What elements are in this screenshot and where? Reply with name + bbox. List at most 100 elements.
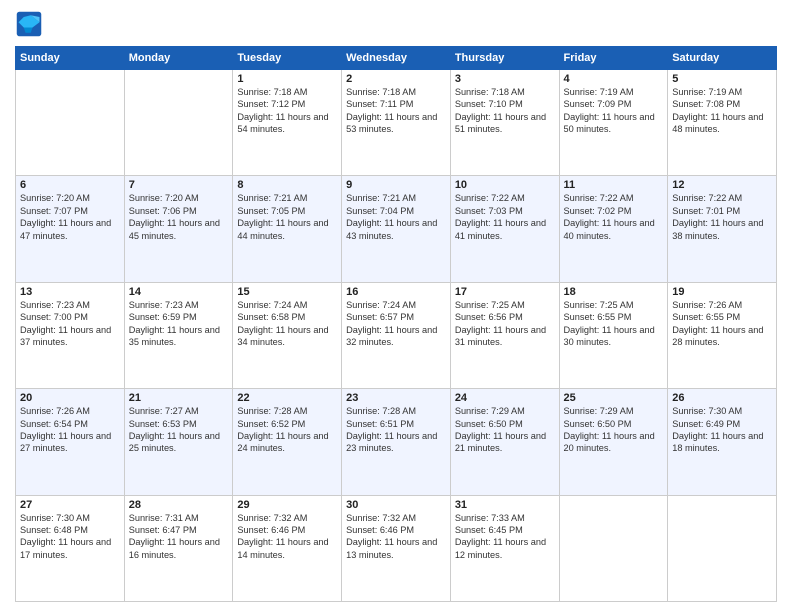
day-number: 20 <box>20 392 120 404</box>
day-number: 24 <box>455 392 555 404</box>
calendar-cell: 25Sunrise: 7:29 AM Sunset: 6:50 PM Dayli… <box>559 389 668 495</box>
day-number: 17 <box>455 286 555 298</box>
week-row-4: 27Sunrise: 7:30 AM Sunset: 6:48 PM Dayli… <box>16 495 777 601</box>
day-number: 16 <box>346 286 446 298</box>
weekday-header-saturday: Saturday <box>668 47 777 70</box>
day-number: 15 <box>237 286 337 298</box>
day-number: 8 <box>237 179 337 191</box>
day-number: 18 <box>564 286 664 298</box>
week-row-3: 20Sunrise: 7:26 AM Sunset: 6:54 PM Dayli… <box>16 389 777 495</box>
calendar-cell: 11Sunrise: 7:22 AM Sunset: 7:02 PM Dayli… <box>559 176 668 282</box>
calendar-cell <box>124 70 233 176</box>
calendar-cell: 20Sunrise: 7:26 AM Sunset: 6:54 PM Dayli… <box>16 389 125 495</box>
day-info: Sunrise: 7:21 AM Sunset: 7:04 PM Dayligh… <box>346 192 446 242</box>
logo-icon <box>15 10 43 38</box>
calendar-cell: 10Sunrise: 7:22 AM Sunset: 7:03 PM Dayli… <box>450 176 559 282</box>
weekday-header-thursday: Thursday <box>450 47 559 70</box>
calendar-cell: 15Sunrise: 7:24 AM Sunset: 6:58 PM Dayli… <box>233 282 342 388</box>
day-info: Sunrise: 7:18 AM Sunset: 7:12 PM Dayligh… <box>237 86 337 136</box>
page: SundayMondayTuesdayWednesdayThursdayFrid… <box>0 0 792 612</box>
calendar-cell: 22Sunrise: 7:28 AM Sunset: 6:52 PM Dayli… <box>233 389 342 495</box>
day-info: Sunrise: 7:20 AM Sunset: 7:06 PM Dayligh… <box>129 192 229 242</box>
calendar-cell: 31Sunrise: 7:33 AM Sunset: 6:45 PM Dayli… <box>450 495 559 601</box>
day-info: Sunrise: 7:24 AM Sunset: 6:57 PM Dayligh… <box>346 299 446 349</box>
day-number: 29 <box>237 499 337 511</box>
calendar-cell: 21Sunrise: 7:27 AM Sunset: 6:53 PM Dayli… <box>124 389 233 495</box>
calendar-cell: 26Sunrise: 7:30 AM Sunset: 6:49 PM Dayli… <box>668 389 777 495</box>
day-number: 28 <box>129 499 229 511</box>
calendar-cell: 8Sunrise: 7:21 AM Sunset: 7:05 PM Daylig… <box>233 176 342 282</box>
calendar-cell <box>668 495 777 601</box>
day-number: 26 <box>672 392 772 404</box>
day-info: Sunrise: 7:30 AM Sunset: 6:48 PM Dayligh… <box>20 512 120 562</box>
calendar-cell: 9Sunrise: 7:21 AM Sunset: 7:04 PM Daylig… <box>342 176 451 282</box>
day-number: 9 <box>346 179 446 191</box>
day-info: Sunrise: 7:25 AM Sunset: 6:55 PM Dayligh… <box>564 299 664 349</box>
day-info: Sunrise: 7:18 AM Sunset: 7:10 PM Dayligh… <box>455 86 555 136</box>
calendar-cell <box>559 495 668 601</box>
calendar-cell: 6Sunrise: 7:20 AM Sunset: 7:07 PM Daylig… <box>16 176 125 282</box>
calendar-cell: 7Sunrise: 7:20 AM Sunset: 7:06 PM Daylig… <box>124 176 233 282</box>
calendar-cell: 24Sunrise: 7:29 AM Sunset: 6:50 PM Dayli… <box>450 389 559 495</box>
day-info: Sunrise: 7:23 AM Sunset: 7:00 PM Dayligh… <box>20 299 120 349</box>
day-info: Sunrise: 7:31 AM Sunset: 6:47 PM Dayligh… <box>129 512 229 562</box>
day-info: Sunrise: 7:28 AM Sunset: 6:51 PM Dayligh… <box>346 405 446 455</box>
day-info: Sunrise: 7:29 AM Sunset: 6:50 PM Dayligh… <box>564 405 664 455</box>
calendar-cell: 28Sunrise: 7:31 AM Sunset: 6:47 PM Dayli… <box>124 495 233 601</box>
day-number: 13 <box>20 286 120 298</box>
day-info: Sunrise: 7:32 AM Sunset: 6:46 PM Dayligh… <box>237 512 337 562</box>
calendar-cell: 1Sunrise: 7:18 AM Sunset: 7:12 PM Daylig… <box>233 70 342 176</box>
weekday-header-wednesday: Wednesday <box>342 47 451 70</box>
calendar-cell <box>16 70 125 176</box>
calendar-cell: 29Sunrise: 7:32 AM Sunset: 6:46 PM Dayli… <box>233 495 342 601</box>
calendar-cell: 5Sunrise: 7:19 AM Sunset: 7:08 PM Daylig… <box>668 70 777 176</box>
weekday-header-row: SundayMondayTuesdayWednesdayThursdayFrid… <box>16 47 777 70</box>
day-number: 14 <box>129 286 229 298</box>
weekday-header-monday: Monday <box>124 47 233 70</box>
day-number: 27 <box>20 499 120 511</box>
header <box>15 10 777 38</box>
day-number: 3 <box>455 73 555 85</box>
day-info: Sunrise: 7:29 AM Sunset: 6:50 PM Dayligh… <box>455 405 555 455</box>
calendar-cell: 4Sunrise: 7:19 AM Sunset: 7:09 PM Daylig… <box>559 70 668 176</box>
calendar-cell: 18Sunrise: 7:25 AM Sunset: 6:55 PM Dayli… <box>559 282 668 388</box>
calendar-cell: 30Sunrise: 7:32 AM Sunset: 6:46 PM Dayli… <box>342 495 451 601</box>
calendar-cell: 2Sunrise: 7:18 AM Sunset: 7:11 PM Daylig… <box>342 70 451 176</box>
day-info: Sunrise: 7:26 AM Sunset: 6:54 PM Dayligh… <box>20 405 120 455</box>
day-number: 11 <box>564 179 664 191</box>
day-number: 4 <box>564 73 664 85</box>
day-info: Sunrise: 7:19 AM Sunset: 7:08 PM Dayligh… <box>672 86 772 136</box>
calendar-cell: 3Sunrise: 7:18 AM Sunset: 7:10 PM Daylig… <box>450 70 559 176</box>
day-number: 23 <box>346 392 446 404</box>
day-info: Sunrise: 7:19 AM Sunset: 7:09 PM Dayligh… <box>564 86 664 136</box>
week-row-2: 13Sunrise: 7:23 AM Sunset: 7:00 PM Dayli… <box>16 282 777 388</box>
day-number: 21 <box>129 392 229 404</box>
day-info: Sunrise: 7:24 AM Sunset: 6:58 PM Dayligh… <box>237 299 337 349</box>
day-info: Sunrise: 7:33 AM Sunset: 6:45 PM Dayligh… <box>455 512 555 562</box>
day-number: 6 <box>20 179 120 191</box>
calendar-cell: 17Sunrise: 7:25 AM Sunset: 6:56 PM Dayli… <box>450 282 559 388</box>
day-number: 7 <box>129 179 229 191</box>
day-number: 31 <box>455 499 555 511</box>
day-info: Sunrise: 7:32 AM Sunset: 6:46 PM Dayligh… <box>346 512 446 562</box>
weekday-header-tuesday: Tuesday <box>233 47 342 70</box>
day-info: Sunrise: 7:18 AM Sunset: 7:11 PM Dayligh… <box>346 86 446 136</box>
day-number: 5 <box>672 73 772 85</box>
calendar: SundayMondayTuesdayWednesdayThursdayFrid… <box>15 46 777 602</box>
weekday-header-sunday: Sunday <box>16 47 125 70</box>
calendar-cell: 12Sunrise: 7:22 AM Sunset: 7:01 PM Dayli… <box>668 176 777 282</box>
calendar-cell: 14Sunrise: 7:23 AM Sunset: 6:59 PM Dayli… <box>124 282 233 388</box>
calendar-cell: 16Sunrise: 7:24 AM Sunset: 6:57 PM Dayli… <box>342 282 451 388</box>
day-info: Sunrise: 7:26 AM Sunset: 6:55 PM Dayligh… <box>672 299 772 349</box>
day-info: Sunrise: 7:22 AM Sunset: 7:02 PM Dayligh… <box>564 192 664 242</box>
calendar-cell: 13Sunrise: 7:23 AM Sunset: 7:00 PM Dayli… <box>16 282 125 388</box>
logo <box>15 10 47 38</box>
weekday-header-friday: Friday <box>559 47 668 70</box>
day-number: 30 <box>346 499 446 511</box>
day-number: 25 <box>564 392 664 404</box>
day-number: 22 <box>237 392 337 404</box>
day-info: Sunrise: 7:22 AM Sunset: 7:01 PM Dayligh… <box>672 192 772 242</box>
day-info: Sunrise: 7:27 AM Sunset: 6:53 PM Dayligh… <box>129 405 229 455</box>
day-number: 19 <box>672 286 772 298</box>
day-info: Sunrise: 7:20 AM Sunset: 7:07 PM Dayligh… <box>20 192 120 242</box>
